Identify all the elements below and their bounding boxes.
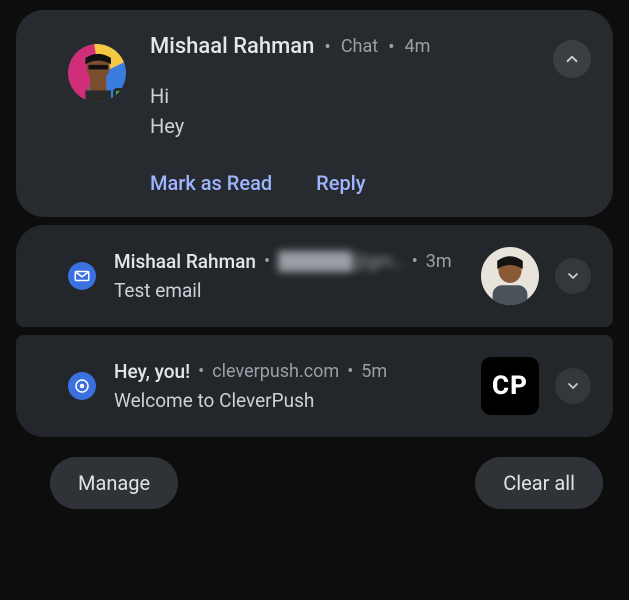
email-address-redacted: ██████@gm… bbox=[278, 251, 404, 272]
clear-all-button[interactable]: Clear all bbox=[475, 457, 603, 509]
timestamp: 3m bbox=[426, 251, 452, 272]
timestamp: 4m bbox=[405, 36, 431, 57]
message-line: Hey bbox=[150, 111, 587, 141]
separator-dot: • bbox=[324, 35, 330, 58]
notification-email[interactable]: Mishaal Rahman • ██████@gm… • 3m Test em… bbox=[16, 225, 613, 327]
push-thumb-text: CP bbox=[492, 371, 528, 401]
separator-dot: • bbox=[388, 35, 394, 58]
contact-avatar bbox=[481, 247, 539, 305]
reply-button[interactable]: Reply bbox=[316, 171, 365, 195]
expand-button[interactable] bbox=[555, 258, 591, 294]
email-subject: Test email bbox=[114, 279, 469, 302]
message-body: Hi Hey bbox=[150, 81, 587, 141]
chevron-down-icon bbox=[565, 268, 581, 284]
chevron-up-icon bbox=[563, 50, 581, 68]
mark-as-read-button[interactable]: Mark as Read bbox=[150, 171, 272, 195]
push-body: Welcome to CleverPush bbox=[114, 389, 469, 412]
sender-name: Mishaal Rahman bbox=[150, 34, 314, 59]
notification-chat[interactable]: Mishaal Rahman • Chat • 4m Hi Hey Mark a… bbox=[16, 10, 613, 217]
separator-dot: • bbox=[412, 251, 418, 272]
email-sender: Mishaal Rahman bbox=[114, 250, 256, 273]
footer-actions: Manage Clear all bbox=[16, 445, 613, 509]
push-source: cleverpush.com bbox=[212, 361, 339, 382]
chevron-down-icon bbox=[565, 378, 581, 394]
sender-avatar bbox=[68, 44, 126, 102]
timestamp: 5m bbox=[361, 361, 387, 382]
chat-app-badge bbox=[113, 88, 126, 102]
manage-button[interactable]: Manage bbox=[50, 457, 178, 509]
chrome-icon bbox=[68, 372, 96, 400]
gmail-icon bbox=[68, 262, 96, 290]
separator-dot: • bbox=[347, 361, 353, 382]
notification-push[interactable]: Hey, you! • cleverpush.com • 5m Welcome … bbox=[16, 335, 613, 437]
collapse-button[interactable] bbox=[553, 40, 591, 78]
separator-dot: • bbox=[264, 251, 270, 272]
message-line: Hi bbox=[150, 81, 587, 111]
push-title: Hey, you! bbox=[114, 360, 190, 383]
push-thumbnail: CP bbox=[481, 357, 539, 415]
app-name: Chat bbox=[341, 36, 378, 57]
separator-dot: • bbox=[198, 361, 204, 382]
expand-button[interactable] bbox=[555, 368, 591, 404]
